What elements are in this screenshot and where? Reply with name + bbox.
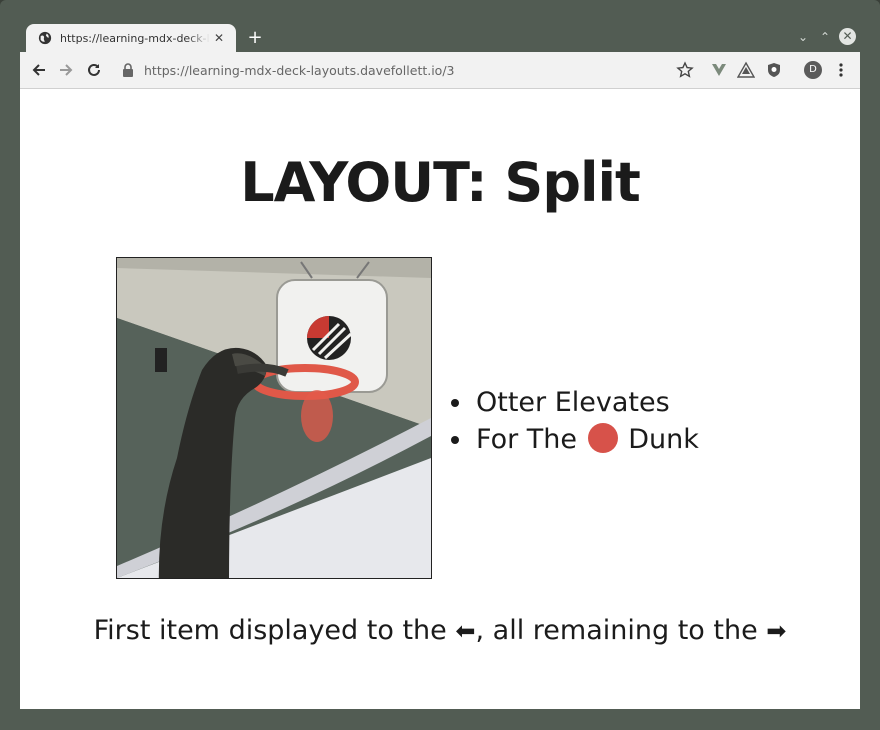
caption-part2: , all remaining to the [475,615,758,646]
globe-icon [38,31,52,45]
url-scheme: https:// [144,62,189,78]
close-window-button[interactable]: ✕ [839,28,856,45]
bullet-text-after: Dunk [628,424,699,455]
new-tab-button[interactable]: + [246,29,264,47]
caption-part1: First item displayed to the [93,615,447,646]
slide-title: LAYOUT: Split [240,151,641,214]
maximize-button[interactable]: ⌃ [817,29,833,45]
slide-caption: First item displayed to the ⬅, all remai… [20,615,860,646]
address-bar[interactable]: https://learning-mdx-deck-layouts.davefo… [112,57,684,83]
list-item: Otter Elevates [474,384,699,421]
basketball-emoji-icon [587,423,618,453]
otter-dunking-basketball-image [117,258,431,578]
shield-extension-icon[interactable] [765,61,783,79]
tab-title: https://learning-mdx-deck-layouts.davefo… [60,31,210,45]
forward-icon[interactable] [57,61,75,79]
slide-page: LAYOUT: Split • Otter Elevates • For The… [20,89,860,709]
browser-window: https://learning-mdx-deck-layouts.davefo… [0,0,880,730]
profile-avatar[interactable]: D [804,61,822,79]
bullet-list: Otter Elevates For The Dunk [452,384,699,458]
tab-strip: https://learning-mdx-deck-layouts.davefo… [0,0,880,52]
reload-icon[interactable] [85,61,103,79]
bullet-text-before: For The [476,424,577,455]
right-arrow-icon: ➡ [766,617,787,645]
url-host-path: learning-mdx-deck-layouts.davefollett.io… [188,62,455,78]
warning-triangle-icon[interactable] [737,61,755,79]
tab-active[interactable]: https://learning-mdx-deck-layouts.davefo… [26,24,236,52]
tab-close-icon[interactable]: ✕ [212,31,226,45]
back-icon[interactable] [30,61,48,79]
left-arrow-icon: ⬅ [455,617,476,645]
minimize-button[interactable]: ⌄ [795,29,811,45]
list-item: For The Dunk [474,421,699,458]
lock-icon [123,63,133,77]
url-text: https://learning-mdx-deck-layouts.davefo… [144,63,455,78]
menu-dots-icon[interactable] [836,61,846,79]
browser-toolbar: https://learning-mdx-deck-layouts.davefo… [20,52,860,89]
vue-devtools-icon[interactable] [710,61,728,79]
otter-basketball-photo [116,257,432,579]
bookmark-star-icon[interactable] [676,61,694,79]
bullet-text: Otter Elevates [476,387,670,418]
